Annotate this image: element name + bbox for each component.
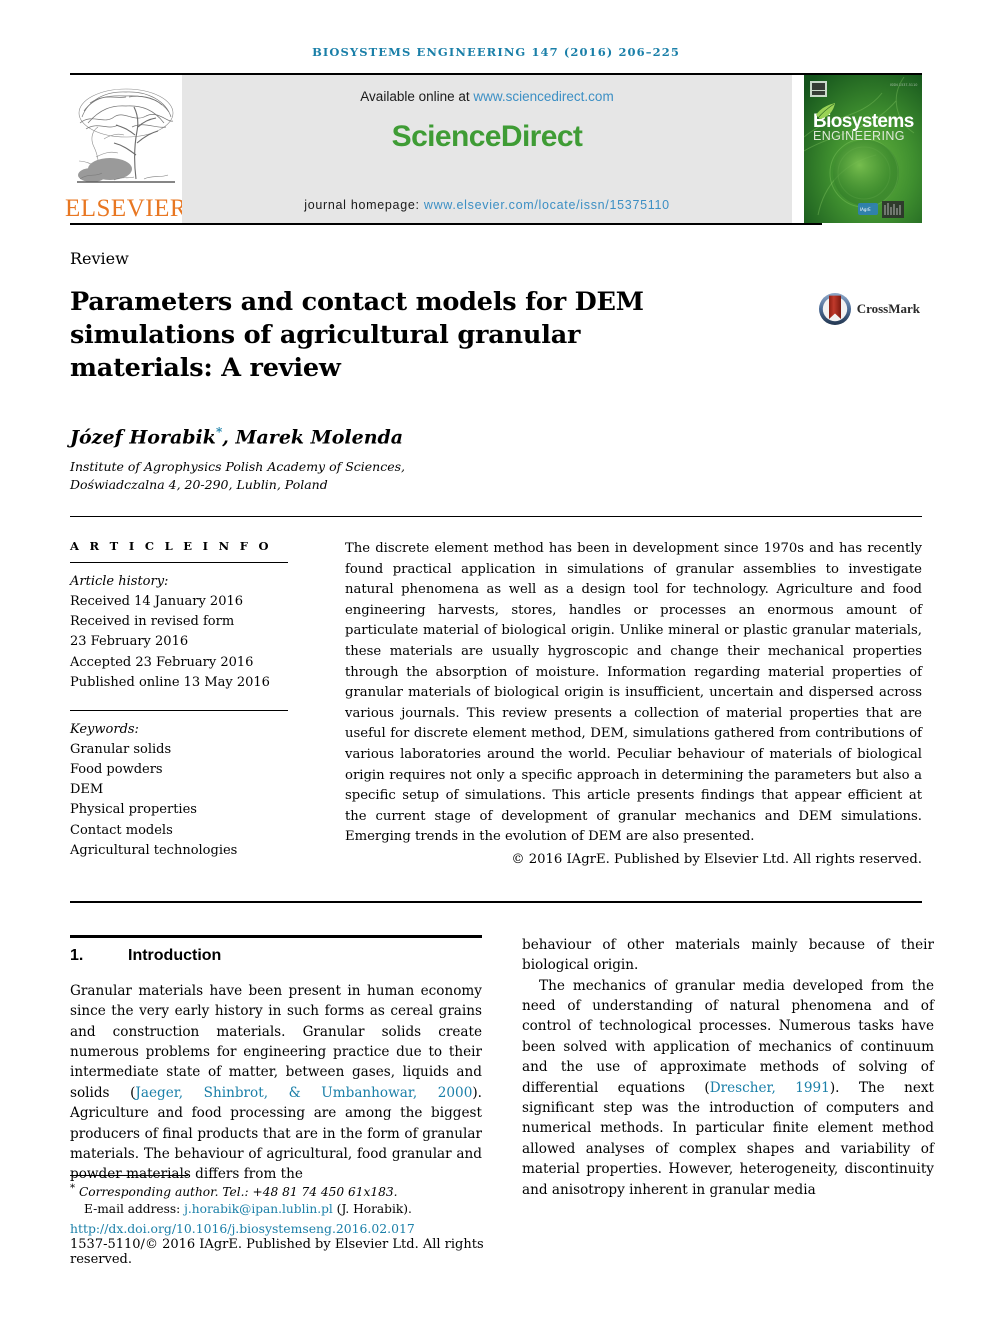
keyword-item: Food powders xyxy=(70,762,163,778)
svg-text:IAgrE: IAgrE xyxy=(860,207,871,212)
running-head: BIOSYSTEMS ENGINEERING 147 (2016) 206–22… xyxy=(312,45,680,59)
sciencedirect-wordmark: ScienceDirect xyxy=(391,120,583,153)
page-footnote: * Corresponding author. Tel.: +48 81 74 … xyxy=(70,1174,500,1267)
article-info-heading: A R T I C L E I N F O xyxy=(70,539,272,553)
paragraph: The mechanics of granular media develope… xyxy=(522,976,934,1200)
affiliation: Institute of Agrophysics Polish Academy … xyxy=(70,458,922,494)
email-note: E-mail address: j.horabik@ipan.lublin.pl… xyxy=(70,1201,500,1219)
keyword-item: Agricultural technologies xyxy=(70,842,238,858)
author-primary: Józef Horabik xyxy=(70,426,216,449)
affiliation-line-1: Institute of Agrophysics Polish Academy … xyxy=(70,458,406,474)
journal-cover-image: ISSN 1537-5110 Biosystems ENGINEERING IA… xyxy=(804,75,922,223)
body-column-left: 1. Introduction Granular materials have … xyxy=(70,934,482,1200)
keyword-item: Physical properties xyxy=(70,802,197,818)
journal-homepage-line: journal homepage: www.elsevier.com/locat… xyxy=(182,198,792,212)
article-history-item: Received 14 January 2016 xyxy=(70,594,244,610)
article-info-column: A R T I C L E I N F O Article history: R… xyxy=(70,539,305,867)
keyword-item: DEM xyxy=(70,782,104,798)
abstract-divider xyxy=(70,900,922,903)
citation-link[interactable]: Drescher, 1991 xyxy=(710,1080,830,1096)
article-history-item: Received in revised form xyxy=(70,614,235,630)
issn-copyright-line: 1537-5110/© 2016 IAgrE. Published by Els… xyxy=(70,1237,484,1267)
article-type-kicker: Review xyxy=(70,249,129,268)
affiliation-line-2: Doświadczalna 4, 20-290, Lublin, Poland xyxy=(70,476,328,492)
section-heading: 1. Introduction xyxy=(70,947,482,965)
paragraph: Granular materials have been present in … xyxy=(70,981,482,1185)
journal-masthead: ELSEVIER Available online at www.science… xyxy=(65,75,922,223)
abstract-column: The discrete element method has been in … xyxy=(305,539,922,867)
abstract-text: The discrete element method has been in … xyxy=(345,541,922,845)
body-columns: 1. Introduction Granular materials have … xyxy=(70,934,934,1200)
available-online-line: Available online at www.sciencedirect.co… xyxy=(360,89,613,104)
author-list: Józef Horabik*, Marek Molenda xyxy=(70,425,922,448)
article-history-item: Published online 13 May 2016 xyxy=(70,674,270,690)
article-history-item: 23 February 2016 xyxy=(70,634,189,650)
title-row: Parameters and contact models for DEM si… xyxy=(70,286,922,385)
crossmark-badge[interactable]: CrossMark xyxy=(818,292,920,326)
doi-link[interactable]: http://dx.doi.org/10.1016/j.biosystemsen… xyxy=(70,1221,500,1236)
article-page: BIOSYSTEMS ENGINEERING 147 (2016) 206–22… xyxy=(0,0,992,1323)
section-title: Introduction xyxy=(128,946,222,964)
paragraph: behaviour of other materials mainly beca… xyxy=(522,936,934,974)
sciencedirect-banner: Available online at www.sciencedirect.co… xyxy=(182,75,792,223)
elsevier-tree-icon xyxy=(77,88,175,183)
body-column-right: behaviour of other materials mainly beca… xyxy=(522,935,934,1200)
section-rule xyxy=(70,934,482,938)
abstract-copyright: © 2016 IAgrE. Published by Elsevier Ltd.… xyxy=(511,851,922,867)
article-history-item: Accepted 23 February 2016 xyxy=(70,654,254,670)
paragraph-text: ). The next significant step was the int… xyxy=(522,1079,935,1198)
elsevier-logo: ELSEVIER xyxy=(65,75,187,223)
paragraph-text: The mechanics of granular media develope… xyxy=(522,977,934,1096)
paragraph-text: Granular materials have been present in … xyxy=(70,982,482,1101)
footnote-divider xyxy=(70,1174,188,1176)
journal-cover: ISSN 1537-5110 Biosystems ENGINEERING IA… xyxy=(804,75,922,223)
keywords-label: Keywords: xyxy=(70,721,139,737)
elsevier-wordmark: ELSEVIER xyxy=(64,195,188,222)
svg-text:ISSN 1537-5110: ISSN 1537-5110 xyxy=(890,83,917,87)
crossmark-label: CrossMark xyxy=(856,301,920,316)
article-history-label: Article history: xyxy=(70,574,169,589)
author-secondary: , Marek Molenda xyxy=(222,426,404,449)
corresponding-text: Corresponding author. Tel.: +48 81 74 45… xyxy=(75,1184,398,1199)
email-link[interactable]: j.horabik@ipan.lublin.pl xyxy=(184,1202,333,1216)
available-online-text: Available online at xyxy=(360,89,474,104)
email-suffix: (J. Horabik). xyxy=(332,1202,412,1217)
masthead-divider xyxy=(70,223,822,225)
journal-homepage-link[interactable]: www.elsevier.com/locate/issn/15375110 xyxy=(424,198,670,212)
page-title: Parameters and contact models for DEM si… xyxy=(70,287,644,384)
svg-text:ENGINEERING: ENGINEERING xyxy=(813,129,905,143)
info-abstract-row: A R T I C L E I N F O Article history: R… xyxy=(70,539,922,867)
journal-homepage-label: journal homepage: xyxy=(304,198,424,212)
citation-link[interactable]: Jaeger, Shinbrot, & Umbanhowar, 2000 xyxy=(135,1085,472,1101)
email-label: E-mail address: xyxy=(84,1202,185,1217)
keyword-item: Contact models xyxy=(70,822,173,838)
sciencedirect-link[interactable]: www.sciencedirect.com xyxy=(473,89,613,104)
section-number: 1. xyxy=(70,946,84,964)
journal-cover-art: ISSN 1537-5110 Biosystems ENGINEERING IA… xyxy=(804,75,922,223)
corresponding-author-note: * Corresponding author. Tel.: +48 81 74 … xyxy=(70,1182,500,1202)
article-info-divider xyxy=(70,562,288,563)
keywords-divider xyxy=(70,709,288,711)
affiliation-divider xyxy=(70,516,922,517)
keyword-item: Granular solids xyxy=(70,741,172,757)
crossmark-icon xyxy=(818,293,851,325)
